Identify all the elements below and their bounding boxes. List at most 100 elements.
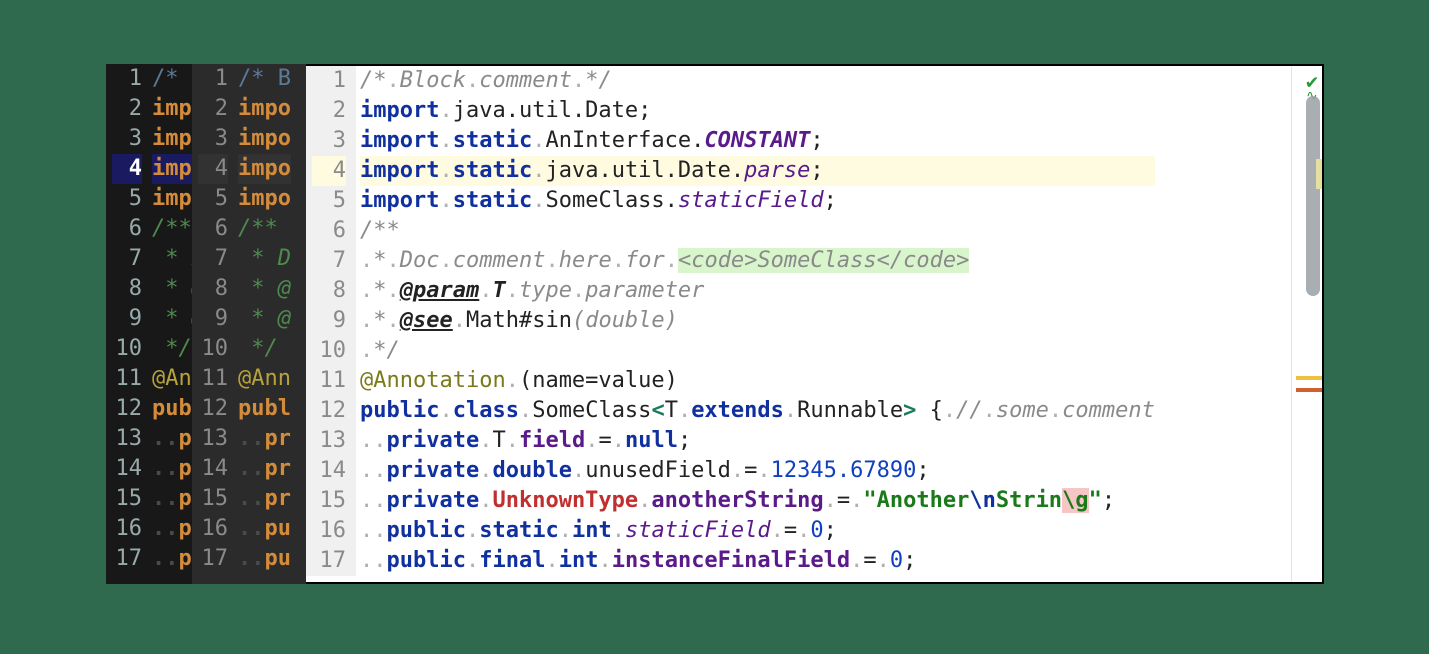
code-line[interactable]: /**: [360, 216, 1155, 246]
code-token: field: [519, 428, 585, 453]
line-number[interactable]: 16: [198, 514, 228, 544]
line-number[interactable]: 3: [312, 126, 346, 156]
line-number[interactable]: 11: [112, 364, 142, 394]
code-line[interactable]: /**: [238, 214, 291, 244]
code-line[interactable]: * @: [238, 274, 291, 304]
line-number[interactable]: 10: [112, 334, 142, 364]
code-line[interactable]: import.static.java.util.Date.parse;: [360, 156, 1155, 186]
line-number[interactable]: 1: [198, 64, 228, 94]
line-number[interactable]: 15: [112, 484, 142, 514]
warning-marker[interactable]: [1296, 376, 1322, 380]
code-token: 12345.67890: [771, 458, 917, 483]
code-line[interactable]: impo: [238, 154, 291, 184]
line-number[interactable]: 15: [198, 484, 228, 514]
line-number[interactable]: 9: [112, 304, 142, 334]
code-line[interactable]: ..public.final.int.instanceFinalField.=.…: [360, 546, 1155, 576]
code-line[interactable]: public.class.SomeClass<T.extends.Runnabl…: [360, 396, 1155, 426]
code-line[interactable]: @Annotation.(name=value): [360, 366, 1155, 396]
code-line[interactable]: ..private.T.field.=.null;: [360, 426, 1155, 456]
line-number[interactable]: 9: [198, 304, 228, 334]
code-line[interactable]: /*.Block.comment.*/: [360, 66, 1155, 96]
code-line[interactable]: impo: [238, 184, 291, 214]
line-number[interactable]: 11: [312, 366, 346, 396]
code-line[interactable]: /* B: [238, 64, 291, 94]
line-number[interactable]: 6: [198, 214, 228, 244]
code-line[interactable]: @Ann: [238, 364, 291, 394]
code-line[interactable]: impo: [238, 124, 291, 154]
code-line[interactable]: ..private.double.unusedField.=.12345.678…: [360, 456, 1155, 486]
code-token: import: [360, 158, 439, 183]
line-number-gutter[interactable]: 1234567891011121314151617: [306, 66, 356, 576]
line-number[interactable]: 16: [112, 514, 142, 544]
line-number[interactable]: 11: [198, 364, 228, 394]
right-marker-gutter[interactable]: ✔∿: [1291, 66, 1322, 582]
code-line[interactable]: ..pu: [238, 544, 291, 574]
line-number[interactable]: 8: [312, 276, 346, 306]
code-token: .: [479, 488, 492, 513]
line-number[interactable]: 17: [198, 544, 228, 574]
code-line[interactable]: ..pr: [238, 484, 291, 514]
line-number[interactable]: 15: [312, 486, 346, 516]
line-number[interactable]: 14: [312, 456, 346, 486]
code-line[interactable]: .*/: [360, 336, 1155, 366]
line-number[interactable]: 10: [312, 336, 346, 366]
code-line[interactable]: import.java.util.Date;: [360, 96, 1155, 126]
line-number[interactable]: 5: [112, 184, 142, 214]
code-line[interactable]: import.static.SomeClass.staticField;: [360, 186, 1155, 216]
line-number[interactable]: 13: [112, 424, 142, 454]
line-number[interactable]: 7: [112, 244, 142, 274]
line-number[interactable]: 4: [312, 156, 346, 186]
code-line[interactable]: publ: [238, 394, 291, 424]
code-token: .: [532, 158, 545, 183]
error-marker[interactable]: [1296, 388, 1322, 392]
code-area[interactable]: /*.Block.comment.*/import.java.util.Date…: [356, 66, 1155, 576]
line-number[interactable]: 16: [312, 516, 346, 546]
line-number[interactable]: 14: [112, 454, 142, 484]
line-number[interactable]: 8: [112, 274, 142, 304]
code-line[interactable]: * D: [238, 244, 291, 274]
line-number[interactable]: 12: [198, 394, 228, 424]
line-number[interactable]: 4: [198, 154, 228, 184]
code-token: .: [360, 338, 373, 363]
code-line[interactable]: .*.Doc.comment.here.for.<code>SomeClass<…: [360, 246, 1155, 276]
code-line[interactable]: ..public.static.int.staticField.=.0;: [360, 516, 1155, 546]
scrollbar-thumb[interactable]: [1306, 96, 1320, 296]
code-line[interactable]: */: [238, 334, 291, 364]
line-number[interactable]: 2: [198, 94, 228, 124]
line-number[interactable]: 5: [198, 184, 228, 214]
line-number[interactable]: 9: [312, 306, 346, 336]
code-line[interactable]: import.static.AnInterface.CONSTANT;: [360, 126, 1155, 156]
line-number[interactable]: 1: [112, 64, 142, 94]
line-number[interactable]: 6: [312, 216, 346, 246]
line-number[interactable]: 13: [198, 424, 228, 454]
line-number[interactable]: 6: [112, 214, 142, 244]
code-line[interactable]: ..pu: [238, 514, 291, 544]
line-number[interactable]: 12: [112, 394, 142, 424]
code-token: .: [797, 518, 810, 543]
code-line[interactable]: ..private.UnknownType.anotherString.=."A…: [360, 486, 1155, 516]
code-line[interactable]: .*.@param.T.type.parameter: [360, 276, 1155, 306]
line-number[interactable]: 10: [198, 334, 228, 364]
line-number[interactable]: 14: [198, 454, 228, 484]
line-number[interactable]: 3: [112, 124, 142, 154]
code-line[interactable]: ..pr: [238, 454, 291, 484]
line-number[interactable]: 4: [112, 154, 142, 184]
code-line[interactable]: * @: [238, 304, 291, 334]
code-token: impo: [238, 156, 291, 181]
line-number[interactable]: 1: [312, 66, 346, 96]
selection-marker[interactable]: [1316, 159, 1322, 189]
line-number[interactable]: 7: [198, 244, 228, 274]
code-line[interactable]: .*.@see.Math#sin(double): [360, 306, 1155, 336]
line-number[interactable]: 3: [198, 124, 228, 154]
line-number[interactable]: 7: [312, 246, 346, 276]
line-number[interactable]: 2: [112, 94, 142, 124]
code-line[interactable]: ..pr: [238, 424, 291, 454]
line-number[interactable]: 8: [198, 274, 228, 304]
line-number[interactable]: 17: [312, 546, 346, 576]
line-number[interactable]: 12: [312, 396, 346, 426]
line-number[interactable]: 17: [112, 544, 142, 574]
line-number[interactable]: 13: [312, 426, 346, 456]
line-number[interactable]: 5: [312, 186, 346, 216]
code-line[interactable]: impo: [238, 94, 291, 124]
line-number[interactable]: 2: [312, 96, 346, 126]
